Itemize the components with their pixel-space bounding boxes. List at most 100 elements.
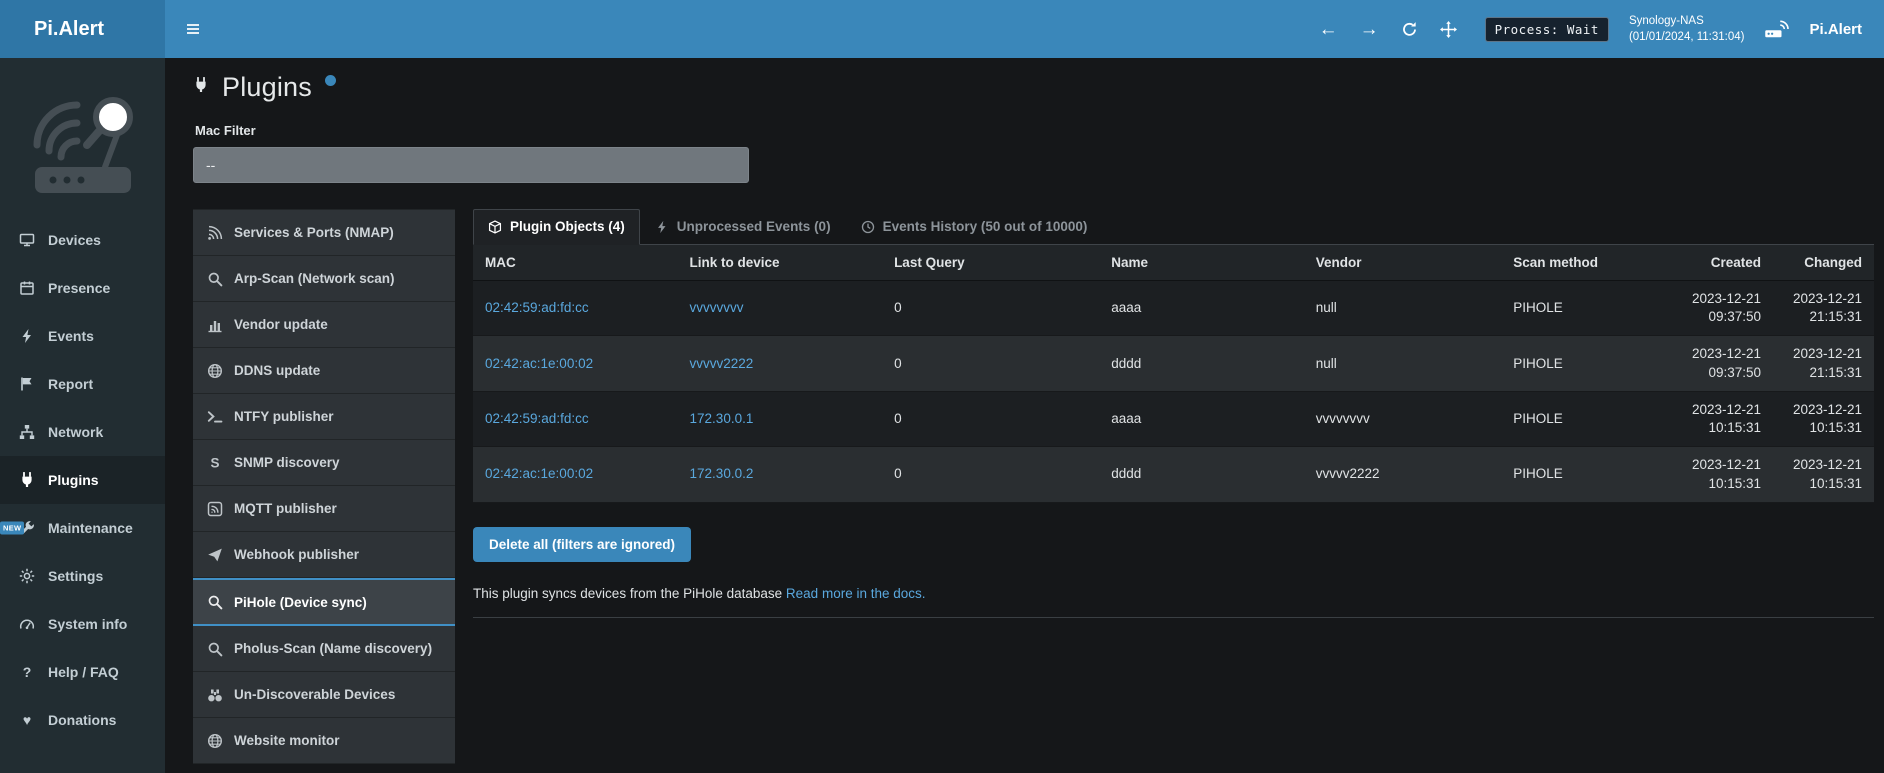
- sidebar-item-label: Devices: [48, 232, 101, 248]
- plugin-nav-label: Website monitor: [234, 733, 340, 748]
- title-help-badge[interactable]: [325, 75, 336, 86]
- plugin-nav-item-pihole-device-sync[interactable]: PiHole (Device sync): [193, 578, 455, 626]
- move-arrows-icon[interactable]: [1440, 21, 1457, 38]
- plugin-nav-label: Un-Discoverable Devices: [234, 687, 395, 702]
- mac-filter-label: Mac Filter: [195, 123, 1874, 138]
- search-icon: [206, 641, 223, 657]
- plugin-nav-item-mqtt-publisher[interactable]: MQTT publisher: [193, 486, 455, 532]
- mac-filter-input[interactable]: [193, 147, 749, 183]
- sidebar-item-label: Maintenance: [48, 520, 133, 536]
- docs-link[interactable]: Read more in the docs.: [786, 586, 926, 601]
- delete-all-button[interactable]: Delete all (filters are ignored): [473, 527, 691, 562]
- sidebar-item-settings[interactable]: Settings: [0, 552, 165, 600]
- events-icon: [17, 328, 37, 344]
- sidebar-item-label: Help / FAQ: [48, 664, 119, 680]
- scan-method-cell: PIHOLE: [1501, 391, 1672, 446]
- process-status-badge: Process: Wait: [1485, 17, 1609, 42]
- plugin-nav-item-un-discoverable-devices[interactable]: Un-Discoverable Devices: [193, 672, 455, 718]
- sidebar-item-label: Report: [48, 376, 93, 392]
- system-info-icon: [17, 616, 37, 632]
- mac-cell: 02:42:59:ad:fd:cc: [473, 281, 678, 336]
- binoculars-icon: [206, 687, 223, 703]
- clock-icon: [861, 220, 875, 234]
- sidebar-item-report[interactable]: Report: [0, 360, 165, 408]
- tab-events-history-50-out-of-10000[interactable]: Events History (50 out of 10000): [846, 209, 1103, 245]
- sidebar-item-help-faq[interactable]: ?Help / FAQ: [0, 648, 165, 696]
- plugin-nav-item-ntfy-publisher[interactable]: NTFY publisher: [193, 394, 455, 440]
- sidebar-item-devices[interactable]: Devices: [0, 216, 165, 264]
- nas-device-icon: [1764, 19, 1789, 39]
- changed-cell: 2023-12-21 10:15:31: [1773, 391, 1874, 446]
- column-header-last-query: Last Query: [882, 245, 1099, 281]
- sidebar-item-system-info[interactable]: System info: [0, 600, 165, 648]
- table-row: 02:42:ac:1e:00:02vvvvv22220ddddnullPIHOL…: [473, 336, 1874, 391]
- sidebar-item-label: Presence: [48, 280, 110, 296]
- forward-arrow-icon[interactable]: →: [1360, 20, 1379, 39]
- tab-unprocessed-events-0[interactable]: Unprocessed Events (0): [640, 209, 846, 245]
- sidebar-item-presence[interactable]: Presence: [0, 264, 165, 312]
- search-icon: [206, 594, 223, 610]
- menu-toggle-button[interactable]: [181, 17, 205, 41]
- scan-method-cell: PIHOLE: [1501, 281, 1672, 336]
- column-header-scan-method: Scan method: [1501, 245, 1672, 281]
- sidebar-item-donations[interactable]: ♥Donations: [0, 696, 165, 744]
- device-link[interactable]: vvvvvvvv: [690, 300, 744, 315]
- name-cell: dddd: [1099, 447, 1304, 502]
- plugin-nav-label: Pholus-Scan (Name discovery): [234, 641, 432, 656]
- plugin-nav-item-arp-scan-network-scan[interactable]: Arp-Scan (Network scan): [193, 256, 455, 302]
- mac-link[interactable]: 02:42:ac:1e:00:02: [485, 356, 593, 371]
- column-header-changed: Changed: [1773, 245, 1874, 281]
- plugin-nav-label: MQTT publisher: [234, 501, 337, 516]
- plugin-nav-item-ddns-update[interactable]: DDNS update: [193, 348, 455, 394]
- signal-icon: [206, 225, 223, 241]
- sidebar-item-plugins[interactable]: Plugins: [0, 456, 165, 504]
- sidebar-item-events[interactable]: Events: [0, 312, 165, 360]
- plug-icon: [193, 77, 209, 93]
- page-header: Plugins: [193, 72, 1874, 103]
- globe-icon: [206, 363, 223, 379]
- tab-plugin-objects-4[interactable]: Plugin Objects (4): [473, 209, 640, 245]
- column-header-link-to-device: Link to device: [678, 245, 883, 281]
- sidebar-item-maintenance[interactable]: MaintenanceNEW: [0, 504, 165, 552]
- sidebar-item-label: System info: [48, 616, 127, 632]
- page-title: Plugins: [222, 72, 312, 103]
- tab-label: Unprocessed Events (0): [677, 219, 831, 234]
- plugin-nav-label: Arp-Scan (Network scan): [234, 271, 395, 286]
- device-link-cell: 172.30.0.2: [678, 447, 883, 502]
- device-link[interactable]: vvvvv2222: [690, 356, 754, 371]
- plugin-nav-item-website-monitor[interactable]: Website monitor: [193, 718, 455, 764]
- devices-icon: [17, 232, 37, 248]
- donations-icon: ♥: [17, 713, 37, 727]
- mac-cell: 02:42:ac:1e:00:02: [473, 336, 678, 391]
- plugin-nav-item-pholus-scan-name-discovery[interactable]: Pholus-Scan (Name discovery): [193, 626, 455, 672]
- sidebar-item-network[interactable]: Network: [0, 408, 165, 456]
- plugin-nav-item-services-ports-nmap[interactable]: Services & Ports (NMAP): [193, 210, 455, 256]
- vendor-cell: vvvvvvvv: [1304, 391, 1502, 446]
- sidebar-menu: Devices Presence Events Report NetworkPlugin…: [0, 216, 165, 744]
- host-name: Synology-NAS: [1629, 13, 1745, 29]
- plugin-nav-item-vendor-update[interactable]: Vendor update: [193, 302, 455, 348]
- plugin-nav-label: Webhook publisher: [234, 547, 359, 562]
- scan-method-cell: PIHOLE: [1501, 336, 1672, 391]
- device-link-cell: vvvvv2222: [678, 336, 883, 391]
- mac-link[interactable]: 02:42:ac:1e:00:02: [485, 466, 593, 481]
- app-logo[interactable]: Pi.Alert: [0, 0, 165, 58]
- router-scan-logo: [0, 58, 165, 216]
- cube-icon: [488, 220, 502, 234]
- refresh-icon[interactable]: [1401, 21, 1418, 38]
- snmp-icon: S: [206, 455, 223, 471]
- device-link[interactable]: 172.30.0.1: [690, 411, 754, 426]
- mac-link[interactable]: 02:42:59:ad:fd:cc: [485, 411, 589, 426]
- sidebar-item-label: Events: [48, 328, 94, 344]
- plugin-nav-label: Vendor update: [234, 317, 328, 332]
- vendor-cell: null: [1304, 336, 1502, 391]
- plugin-tabs: Plugin Objects (4) Unprocessed Events (0)…: [473, 209, 1874, 245]
- back-arrow-icon[interactable]: ←: [1319, 20, 1338, 39]
- mac-link[interactable]: 02:42:59:ad:fd:cc: [485, 300, 589, 315]
- device-link[interactable]: 172.30.0.2: [690, 466, 754, 481]
- plugin-nav-item-snmp-discovery[interactable]: SSNMP discovery: [193, 440, 455, 486]
- terminal-icon: [206, 409, 223, 425]
- plugin-nav-item-webhook-publisher[interactable]: Webhook publisher: [193, 532, 455, 578]
- vendor-cell: null: [1304, 281, 1502, 336]
- plugin-nav-label: Services & Ports (NMAP): [234, 225, 394, 240]
